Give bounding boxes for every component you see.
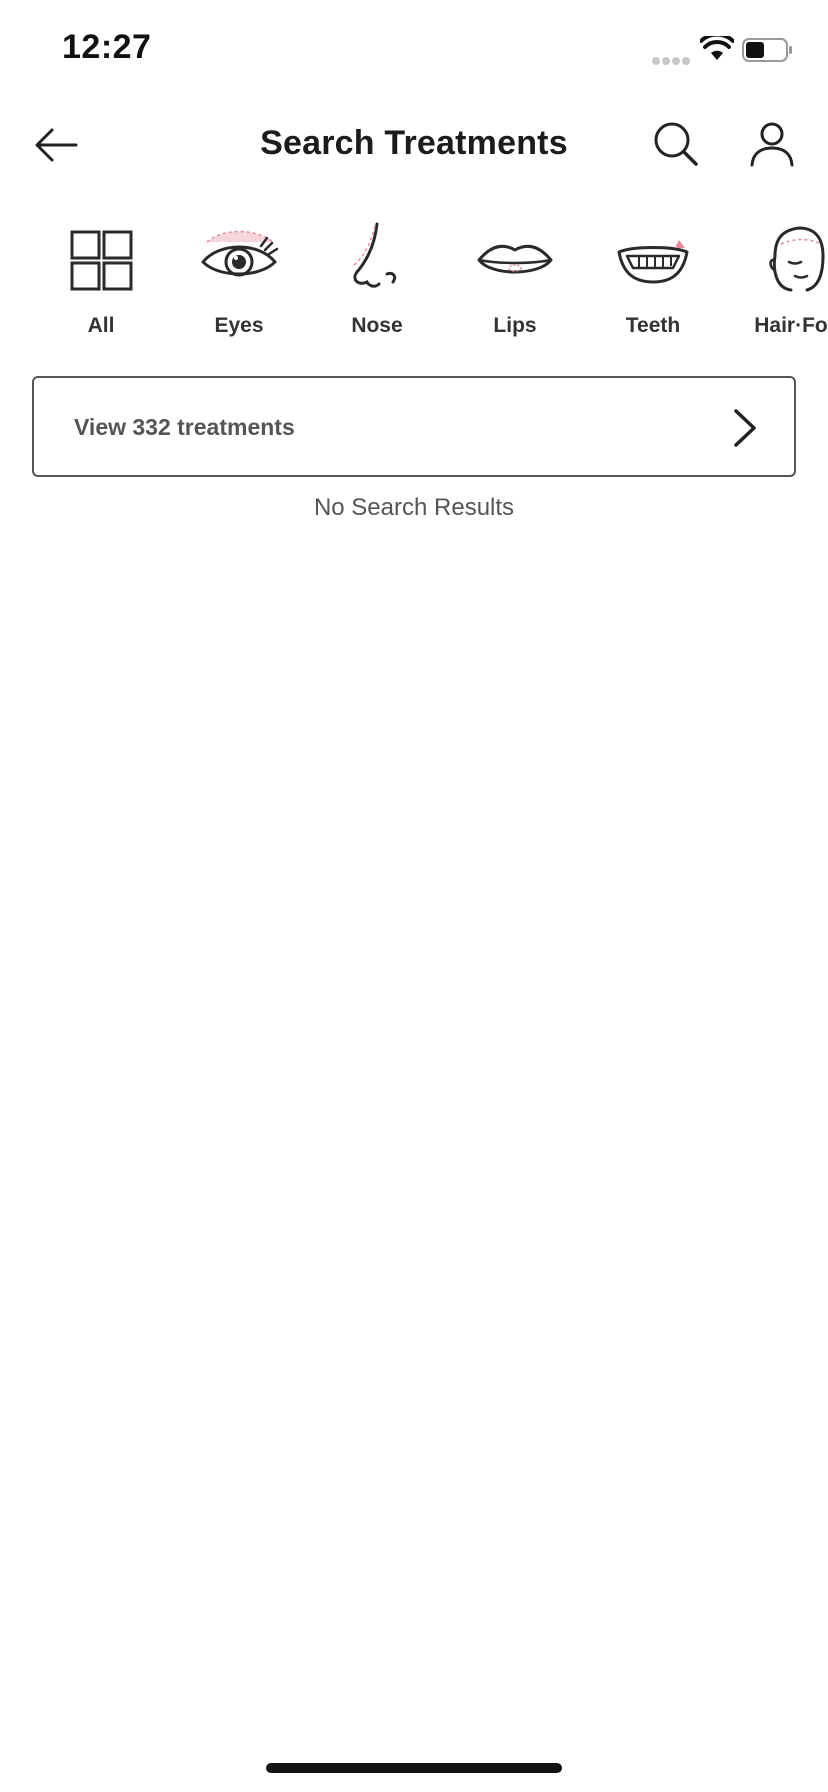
status-time: 12:27 bbox=[62, 28, 152, 66]
chevron-right-icon bbox=[734, 409, 756, 447]
category-eyes[interactable]: Eyes bbox=[174, 212, 304, 352]
category-label: Nose bbox=[351, 314, 403, 337]
category-strip[interactable]: All Eyes Nose Lips Teeth Hair·Fo bbox=[0, 212, 828, 352]
category-nose[interactable]: Nose bbox=[312, 212, 442, 352]
header-bar: Search Treatments bbox=[0, 110, 828, 180]
profile-button[interactable] bbox=[744, 116, 800, 172]
category-label: Teeth bbox=[625, 314, 681, 337]
search-icon bbox=[654, 122, 698, 166]
battery-icon bbox=[742, 38, 792, 62]
category-label: All bbox=[87, 314, 115, 337]
grid-icon bbox=[70, 230, 133, 291]
face-icon bbox=[769, 226, 825, 292]
no-results-message: No Search Results bbox=[313, 494, 515, 521]
view-treatments-label: View 332 treatments bbox=[74, 414, 295, 440]
nose-icon bbox=[352, 222, 397, 288]
search-treatments-screen: 12:27 Search Treatments All Eyes Nose Li… bbox=[0, 0, 828, 1792]
eye-icon bbox=[200, 230, 279, 277]
status-bar: 12:27 bbox=[0, 0, 828, 100]
category-label: Eyes bbox=[214, 314, 264, 337]
category-label: Lips bbox=[493, 314, 537, 337]
category-lips[interactable]: Lips bbox=[450, 212, 580, 352]
search-button[interactable] bbox=[648, 116, 704, 172]
category-teeth[interactable]: Teeth bbox=[588, 212, 718, 352]
category-hair-forehead[interactable]: Hair·Fo bbox=[726, 212, 828, 352]
teeth-icon bbox=[617, 240, 689, 284]
category-label: Hair·Fo bbox=[754, 314, 828, 337]
view-treatments-button[interactable]: View 332 treatments bbox=[32, 376, 796, 477]
signal-dots-icon bbox=[652, 52, 692, 65]
home-indicator[interactable] bbox=[266, 1763, 562, 1773]
wifi-icon bbox=[700, 36, 734, 60]
user-icon bbox=[750, 122, 794, 167]
lips-icon bbox=[477, 244, 553, 274]
category-all[interactable]: All bbox=[36, 212, 166, 352]
